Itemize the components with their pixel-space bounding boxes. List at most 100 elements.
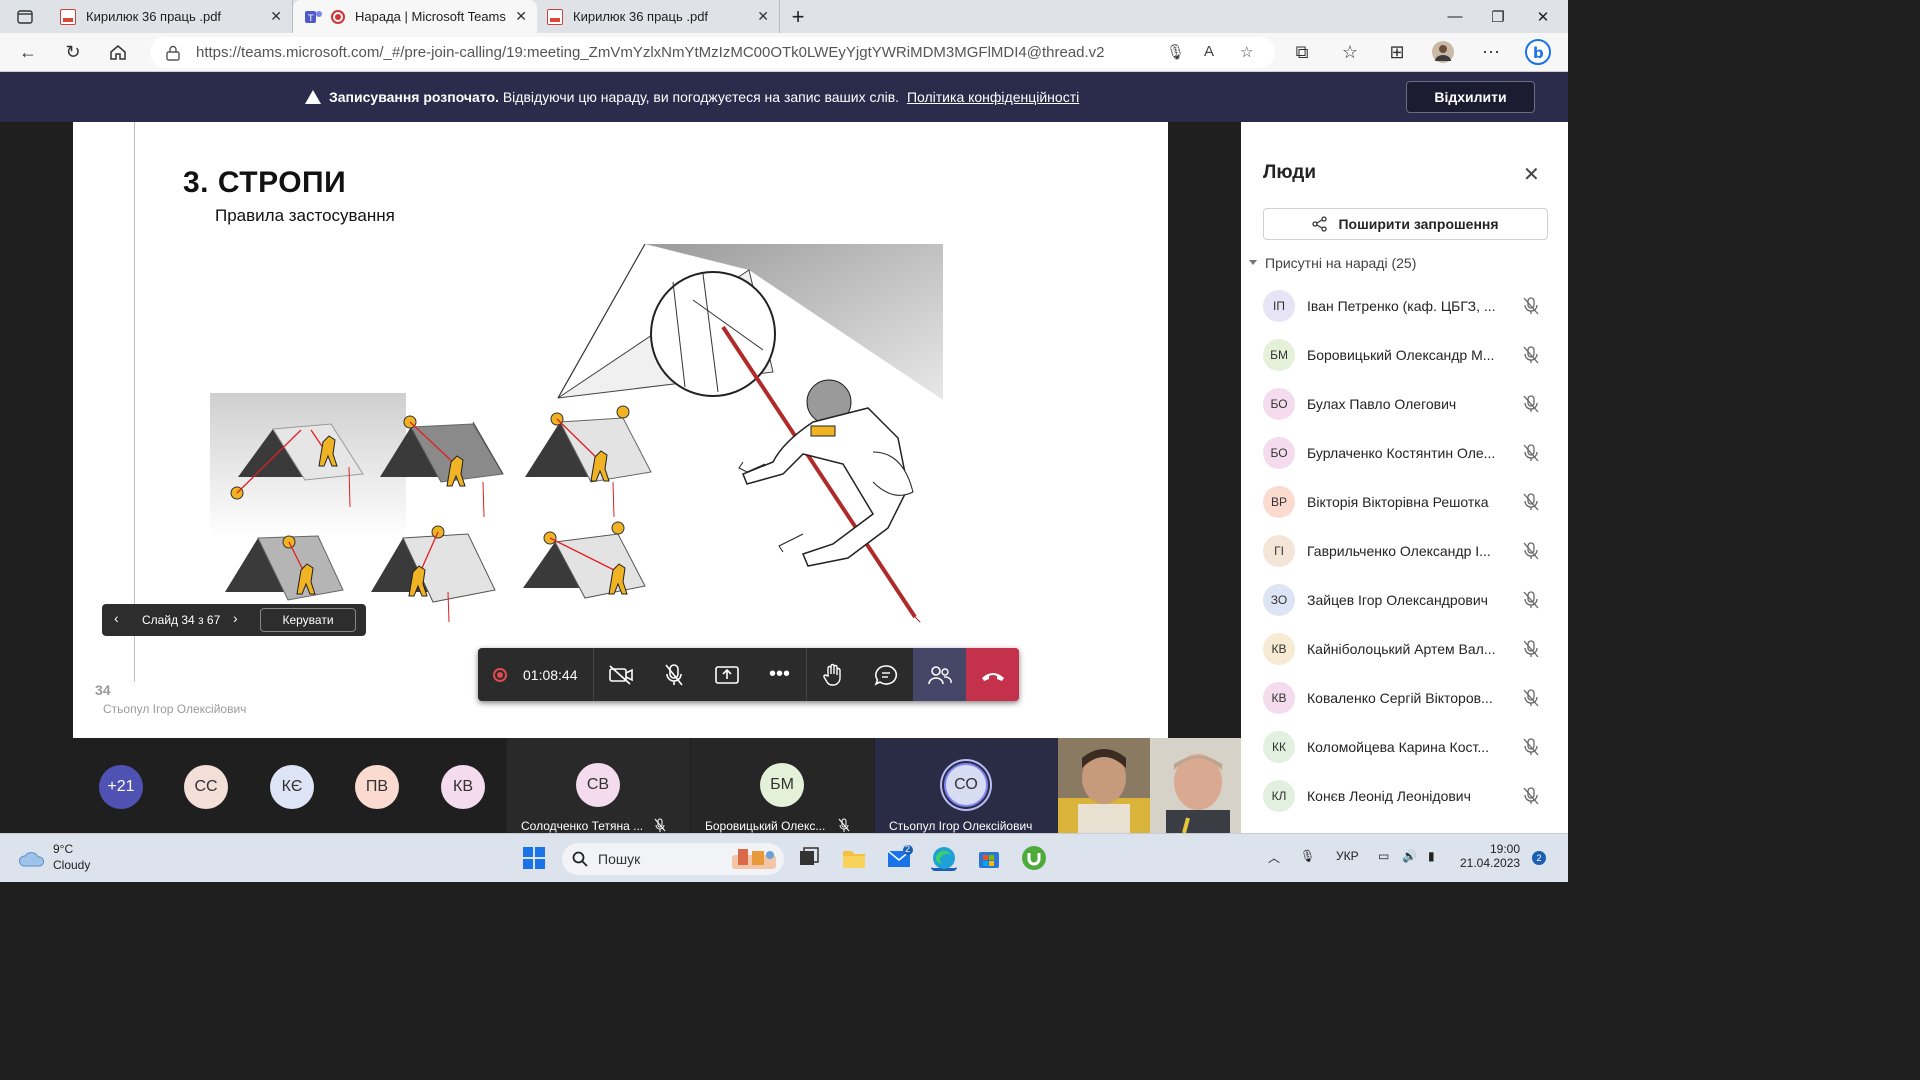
new-tab-button[interactable]: +	[780, 0, 816, 33]
slide-navigator: ‹ Слайд 34 з 67 › Керувати	[102, 604, 366, 636]
url-field[interactable]: https://teams.microsoft.com/_#/pre-join-…	[150, 37, 1275, 68]
overflow-participants-avatar[interactable]: +21	[99, 765, 143, 809]
next-slide-icon[interactable]: ›	[233, 610, 238, 626]
participant-row[interactable]: ІП Іван Петренко (каф. ЦБГЗ, ...	[1241, 282, 1568, 331]
close-tab-icon[interactable]: ✕	[515, 8, 527, 25]
home-icon[interactable]	[103, 37, 133, 67]
in-meeting-header[interactable]: Присутні на нараді (25)	[1249, 255, 1416, 271]
share-invite-button[interactable]: Поширити запрошення	[1263, 208, 1548, 240]
back-arrow-icon[interactable]: ←	[13, 37, 43, 67]
participant-row[interactable]: БО Бурлаченко Костянтин Оле...	[1241, 429, 1568, 478]
participant-avatar: БО	[1263, 388, 1295, 420]
participant-row[interactable]: КВ Коваленко Сергій Вікторов...	[1241, 674, 1568, 723]
tab-actions-icon[interactable]	[0, 0, 50, 33]
search-placeholder: Пошук	[598, 851, 641, 867]
participant-row[interactable]: ЗО Зайцев Ігор Олександрович	[1241, 576, 1568, 625]
task-view-icon[interactable]	[796, 845, 822, 871]
slide-counter: Слайд 34 з 67	[142, 613, 221, 627]
collections-icon[interactable]: ⊞	[1382, 37, 1412, 67]
camera-off-icon	[608, 664, 633, 685]
dismiss-button[interactable]: Відхилити	[1406, 81, 1535, 113]
participant-tile[interactable]: СВ Солодченко Тетяна ...	[507, 738, 690, 833]
more-icon: •••	[768, 663, 790, 685]
clock-date: 21.04.2023	[1460, 856, 1521, 870]
participant-name: Стьопул Ігор Олексійович	[889, 819, 1033, 833]
extensions-icon[interactable]: ⧉	[1287, 37, 1317, 67]
participant-tile-self[interactable]: СО Стьопул Ігор Олексійович	[875, 738, 1058, 833]
participant-tile[interactable]: БМ Боровицький Олекс...	[691, 738, 874, 833]
close-tab-icon[interactable]: ✕	[757, 8, 769, 25]
roof-scene-5	[371, 525, 496, 623]
take-control-button[interactable]: Керувати	[260, 608, 356, 632]
leave-call-button[interactable]	[966, 648, 1019, 701]
participant-row[interactable]: КВ Кайніболоцький Артем Вал...	[1241, 625, 1568, 674]
privacy-policy-link[interactable]: Політика конфіденційності	[907, 89, 1079, 105]
restore-icon[interactable]: ❐	[1473, 0, 1523, 33]
add-favorite-icon[interactable]: ☆	[1240, 43, 1253, 61]
close-tab-icon[interactable]: ✕	[270, 8, 282, 25]
close-panel-icon[interactable]: ✕	[1523, 162, 1540, 187]
people-button[interactable]	[913, 648, 966, 701]
previous-slide-icon[interactable]: ‹	[114, 610, 119, 626]
participant-name: Іван Петренко (каф. ЦБГЗ, ...	[1307, 298, 1496, 314]
refresh-icon[interactable]: ↻	[58, 37, 88, 67]
tab-pdf-1[interactable]: Кирилюк 36 праць .pdf ✕	[50, 0, 293, 33]
battery-icon[interactable]: ▮	[1428, 849, 1435, 863]
raise-hand-button[interactable]	[806, 648, 859, 701]
input-language[interactable]: УКР	[1336, 849, 1359, 863]
more-actions-button[interactable]: •••	[753, 648, 806, 701]
taskbar-search[interactable]: Пошук	[562, 843, 784, 875]
sling-usage-illustration	[210, 243, 943, 623]
address-bar-row: ← ↻ https://teams.microsoft.com/_#/pre-j…	[0, 33, 1568, 72]
participant-video[interactable]	[1150, 738, 1241, 833]
participant-avatar[interactable]: КВ	[441, 765, 485, 809]
participant-video[interactable]	[1058, 738, 1150, 833]
people-icon	[927, 665, 952, 684]
more-menu-icon[interactable]: ⋯	[1476, 37, 1506, 67]
favorites-icon[interactable]: ☆	[1335, 37, 1365, 67]
bing-copilot-icon[interactable]: b	[1523, 37, 1553, 67]
show-hidden-icons-icon[interactable]: ︿	[1268, 849, 1280, 866]
tab-pdf-2[interactable]: Кирилюк 36 праць .pdf ✕	[537, 0, 780, 33]
participant-row[interactable]: БО Булах Павло Олегович	[1241, 380, 1568, 429]
close-window-icon[interactable]: ✕	[1518, 0, 1568, 33]
network-icon[interactable]: ▭	[1378, 849, 1389, 863]
read-aloud-icon[interactable]: A	[1204, 43, 1214, 60]
share-icon	[1312, 216, 1328, 232]
participant-row[interactable]: КК Коломойцева Карина Кост...	[1241, 723, 1568, 772]
participant-row[interactable]: БМ Боровицький Олександр М...	[1241, 331, 1568, 380]
mail-icon[interactable]: 2	[886, 844, 913, 871]
volume-icon[interactable]: 🔊	[1402, 849, 1417, 863]
participant-avatar[interactable]: ПВ	[355, 765, 399, 809]
notification-badge[interactable]: 2	[1532, 851, 1546, 865]
hang-up-icon	[981, 672, 1004, 681]
microphone-icon[interactable]: 🎙	[1166, 43, 1185, 61]
start-button[interactable]	[521, 845, 547, 871]
utorrent-icon[interactable]	[1021, 845, 1047, 871]
participant-name: Конєв Леонід Леонідович	[1307, 788, 1471, 804]
svg-text:T: T	[307, 14, 314, 24]
store-icon[interactable]	[976, 845, 1002, 871]
participant-row[interactable]: ГІ Гаврильченко Олександр І...	[1241, 527, 1568, 576]
search-icon	[572, 851, 588, 867]
participant-avatar: ЗО	[1263, 584, 1295, 616]
participant-name: Кайніболоцький Артем Вал...	[1307, 641, 1496, 657]
svg-text:b: b	[1533, 44, 1544, 62]
participant-row[interactable]: ВР Вікторія Вікторівна Решотка	[1241, 478, 1568, 527]
participant-avatar[interactable]: СС	[184, 765, 228, 809]
mic-off-button[interactable]	[647, 648, 700, 701]
participant-avatar: БМ	[1263, 339, 1295, 371]
participant-row[interactable]: КЛ Конєв Леонід Леонідович	[1241, 772, 1568, 821]
microphone-tray-icon[interactable]: 🎙	[1300, 849, 1315, 863]
profile-avatar[interactable]	[1428, 37, 1458, 67]
share-screen-button[interactable]	[700, 648, 753, 701]
edge-browser-icon[interactable]	[931, 845, 957, 871]
mic-off-icon	[1523, 542, 1539, 560]
file-explorer-icon[interactable]	[841, 845, 867, 871]
participant-name: Зайцев Ігор Олександрович	[1307, 592, 1488, 608]
chat-button[interactable]	[859, 648, 912, 701]
system-clock[interactable]: 19:00 21.04.2023	[1460, 842, 1520, 870]
tab-teams[interactable]: T Нарада | Microsoft Teams ✕	[293, 0, 537, 33]
camera-off-button[interactable]	[594, 648, 647, 701]
participant-avatar[interactable]: КЄ	[270, 765, 314, 809]
